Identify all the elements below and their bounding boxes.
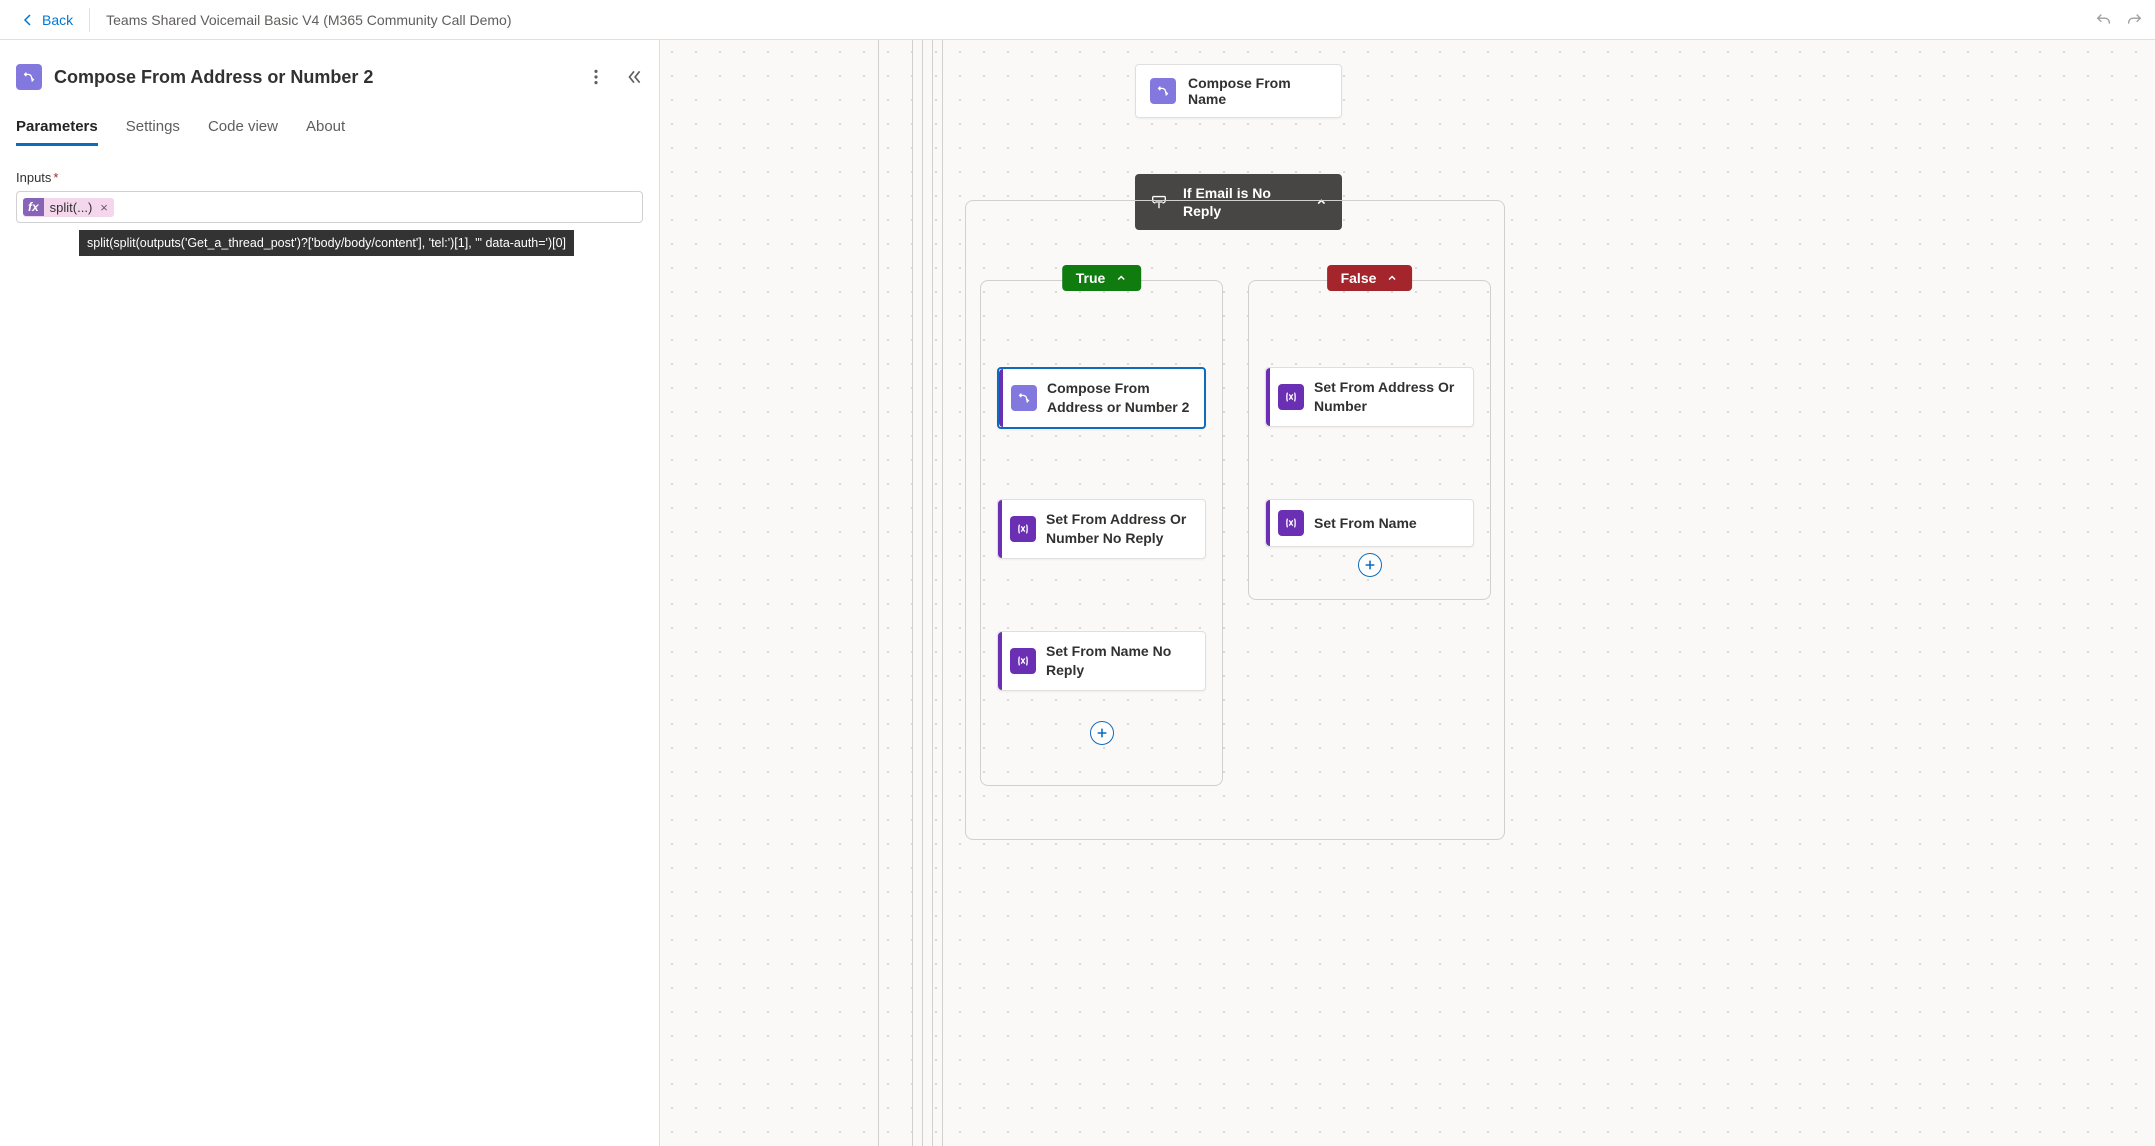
flow-canvas[interactable]: Compose From Name If Email is No Reply T…: [660, 40, 2155, 1146]
node-compose-from-address-2[interactable]: Compose From Address or Number 2: [997, 367, 1206, 429]
node-label: Set From Name: [1314, 514, 1417, 533]
node-set-from-name[interactable]: Set From Name: [1265, 499, 1474, 547]
variable-icon: [1010, 516, 1036, 542]
guide-line: [942, 40, 943, 1146]
chevron-up-icon: [1115, 272, 1127, 284]
more-icon[interactable]: [587, 68, 605, 86]
back-button[interactable]: Back: [12, 8, 90, 32]
expression-tooltip: split(split(outputs('Get_a_thread_post')…: [79, 230, 574, 256]
chevron-up-icon: [1386, 272, 1398, 284]
redo-icon[interactable]: [2125, 11, 2143, 29]
properties-panel: Compose From Address or Number 2 Paramet…: [0, 40, 660, 1146]
guide-line: [922, 40, 923, 1146]
node-compose-from-name[interactable]: Compose From Name: [1135, 64, 1342, 118]
back-label: Back: [42, 12, 73, 28]
variable-icon: [1010, 648, 1036, 674]
node-label: Set From Address Or Number: [1314, 378, 1461, 416]
add-action-button[interactable]: [1090, 721, 1114, 745]
guide-line: [932, 40, 933, 1146]
variable-icon: [1278, 384, 1304, 410]
inputs-label: Inputs*: [16, 170, 643, 185]
node-set-from-name-noreply[interactable]: Set From Name No Reply: [997, 631, 1206, 691]
compose-action-icon: [1011, 385, 1037, 411]
true-branch: True Compose From Address or Number 2 Se…: [980, 280, 1223, 786]
add-action-button[interactable]: [1358, 553, 1382, 577]
true-label[interactable]: True: [1062, 265, 1142, 291]
node-label: Set From Name No Reply: [1046, 642, 1193, 680]
node-set-from-address[interactable]: Set From Address Or Number: [1265, 367, 1474, 427]
panel-title: Compose From Address or Number 2: [54, 67, 373, 88]
arrow-left-icon: [20, 12, 36, 28]
node-label: Set From Address Or Number No Reply: [1046, 510, 1193, 548]
expression-token[interactable]: fx split(...) ×: [23, 198, 114, 217]
guide-line: [912, 40, 913, 1146]
guide-line: [878, 40, 879, 1146]
fx-badge: fx: [23, 198, 44, 216]
tab-parameters[interactable]: Parameters: [16, 118, 98, 146]
tab-codeview[interactable]: Code view: [208, 118, 278, 146]
flow-title: Teams Shared Voicemail Basic V4 (M365 Co…: [106, 12, 511, 28]
token-remove-icon[interactable]: ×: [98, 200, 114, 215]
topbar: Back Teams Shared Voicemail Basic V4 (M3…: [0, 0, 2155, 40]
compose-action-icon: [16, 64, 42, 90]
undo-icon[interactable]: [2095, 11, 2113, 29]
token-text: split(...): [44, 198, 99, 217]
false-label[interactable]: False: [1327, 265, 1413, 291]
collapse-panel-icon[interactable]: [625, 68, 643, 86]
false-branch: False Set From Address Or Number Set Fro…: [1248, 280, 1491, 600]
node-label: Compose From Name: [1188, 75, 1327, 107]
compose-action-icon: [1150, 78, 1176, 104]
node-label: Compose From Address or Number 2: [1047, 379, 1192, 417]
tabs: Parameters Settings Code view About: [16, 118, 643, 146]
tab-about[interactable]: About: [306, 118, 345, 146]
tab-settings[interactable]: Settings: [126, 118, 180, 146]
inputs-field[interactable]: fx split(...) × split(split(outputs('Get…: [16, 191, 643, 223]
node-set-from-address-noreply[interactable]: Set From Address Or Number No Reply: [997, 499, 1206, 559]
variable-icon: [1278, 510, 1304, 536]
